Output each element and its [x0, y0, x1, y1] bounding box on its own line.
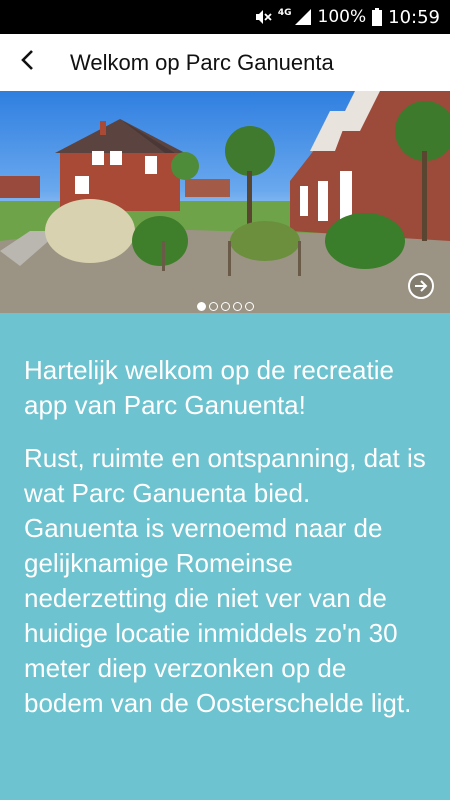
battery-icon — [372, 8, 383, 26]
welcome-heading: Hartelijk welkom op de recreatie app van… — [24, 355, 394, 420]
image-carousel[interactable] — [0, 91, 450, 313]
carousel-dot[interactable] — [208, 302, 218, 311]
carousel-indicator — [0, 302, 450, 311]
signal-icon: 4G — [277, 8, 312, 25]
clock: 10:59 — [388, 6, 440, 28]
mute-icon — [254, 8, 272, 26]
network-type: 4G — [277, 8, 292, 18]
status-bar: 4G 100% 10:59 — [0, 0, 450, 34]
app-bar: Welkom op Parc Ganuenta — [0, 34, 450, 91]
next-arrow-icon — [414, 279, 428, 293]
carousel-dot[interactable] — [220, 302, 230, 311]
welcome-content: Hartelijk welkom op de recreatie app van… — [0, 313, 450, 800]
carousel-dot[interactable] — [244, 302, 254, 311]
park-photo — [0, 91, 450, 313]
carousel-dot[interactable] — [232, 302, 242, 311]
park-description: Rust, ruimte en ontspanning, dat is wat … — [24, 443, 426, 718]
back-button[interactable] — [0, 34, 56, 91]
carousel-dot[interactable] — [196, 302, 206, 311]
back-arrow-icon — [18, 49, 38, 76]
battery-percentage: 100% — [317, 7, 367, 27]
next-slide-button[interactable] — [408, 273, 434, 299]
page-title: Welkom op Parc Ganuenta — [70, 49, 334, 75]
